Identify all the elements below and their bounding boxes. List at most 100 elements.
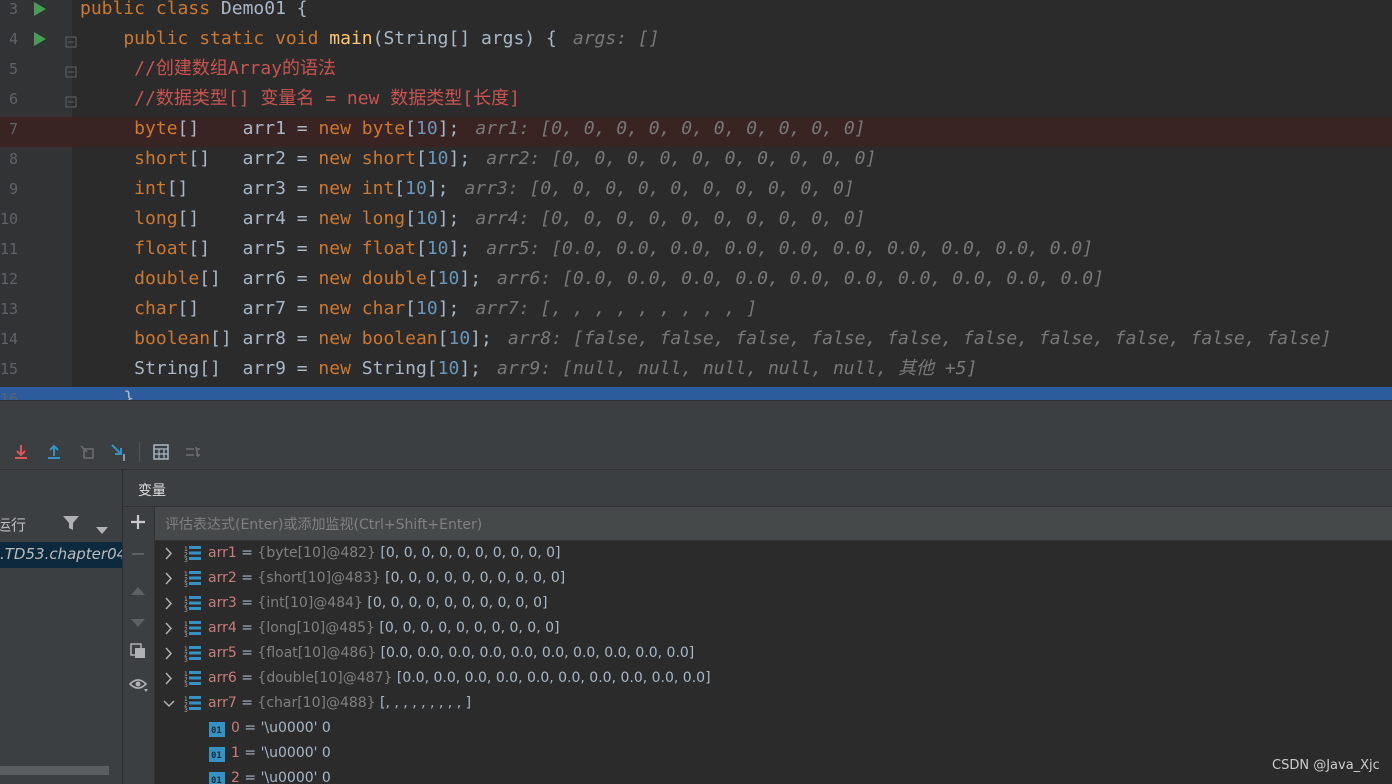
line-number[interactable]: 16 xyxy=(0,387,18,400)
drop-frame-icon[interactable] xyxy=(76,441,98,463)
child-index: 2 xyxy=(231,770,240,784)
code-token: Demo01 { xyxy=(220,0,308,19)
code-line[interactable]: 7 byte[] arr1 = new byte[10]; arr1: [0, 0… xyxy=(0,117,1392,147)
code-token: [] arr4 = xyxy=(177,208,319,229)
code-line[interactable]: 12 double[] arr6 = new double[10]; arr6: … xyxy=(0,267,1392,297)
code-token: } xyxy=(80,388,135,400)
line-number[interactable]: 6 xyxy=(0,87,18,111)
line-number[interactable]: 8 xyxy=(0,147,18,171)
run-to-cursor-icon[interactable] xyxy=(108,441,130,463)
code-line[interactable]: 13 char[] arr7 = new char[10]; arr7: [, ,… xyxy=(0,297,1392,327)
frame-item-selected[interactable]: .TD53.chapter04. xyxy=(0,542,122,568)
chevron-down-icon[interactable] xyxy=(163,691,175,725)
code-text: boolean[] arr8 = new boolean[10]; arr8: [… xyxy=(80,327,1331,351)
line-number[interactable]: 13 xyxy=(0,297,18,321)
primitive-icon: 01 xyxy=(209,771,225,784)
code-line[interactable]: 4 public static void main(String[] args)… xyxy=(0,27,1392,57)
line-number[interactable]: 11 xyxy=(0,237,18,261)
code-token: double xyxy=(80,268,200,289)
frames-scrollbar[interactable] xyxy=(0,766,109,775)
code-token: 10 xyxy=(437,358,460,379)
remove-watch-icon[interactable] xyxy=(130,546,146,566)
step-out-icon[interactable] xyxy=(43,441,65,463)
line-number[interactable]: 7 xyxy=(0,117,18,141)
code-token: [] arr7 = xyxy=(177,298,319,319)
line-number[interactable]: 10 xyxy=(0,207,18,231)
code-text: //数据类型[] 变量名 = new 数据类型[长度] xyxy=(80,87,520,111)
code-line[interactable]: 9 int[] arr3 = new int[10]; arr3: [0, 0, … xyxy=(0,177,1392,207)
code-token: ]; xyxy=(459,358,482,379)
code-token: (String[] args) { xyxy=(372,28,557,49)
code-line[interactable]: 11 float[] arr5 = new float[10]; arr5: [0… xyxy=(0,237,1392,267)
code-token: [ xyxy=(405,298,416,319)
trace-stream-icon[interactable] xyxy=(182,441,204,463)
equals-sign: = xyxy=(236,595,258,611)
line-number[interactable]: 4 xyxy=(0,27,18,51)
code-token: [] arr6 = xyxy=(199,268,319,289)
code-line[interactable]: 3 public class Demo01 { xyxy=(0,0,1392,27)
code-token: main xyxy=(329,28,373,49)
tab-variables[interactable]: 变量 xyxy=(138,480,166,500)
variable-name: arr2 xyxy=(208,570,237,586)
equals-sign: = xyxy=(236,570,258,586)
code-token: char xyxy=(361,298,406,319)
step-into-icon[interactable] xyxy=(10,441,32,463)
variable-type: {int[10]@484} xyxy=(257,595,363,611)
code-token: 10 xyxy=(416,118,438,139)
evaluate-expression-icon[interactable] xyxy=(150,441,172,463)
code-token: ]; xyxy=(437,118,460,139)
code-token: public xyxy=(80,28,200,49)
code-text: //创建数组Array的语法 xyxy=(80,57,336,81)
chevron-down-icon[interactable] xyxy=(96,520,108,539)
line-number[interactable]: 12 xyxy=(0,267,18,291)
add-watch-icon[interactable] xyxy=(130,514,146,534)
variable-name: arr4 xyxy=(208,620,237,636)
code-token: boolean xyxy=(361,328,438,349)
child-value: '\u0000' 0 xyxy=(260,720,331,736)
line-number[interactable]: 5 xyxy=(0,57,18,81)
code-line[interactable]: 15 String[] arr9 = new String[10]; arr9: … xyxy=(0,357,1392,387)
code-line[interactable]: 16 } xyxy=(0,387,1392,400)
copy-watch-icon[interactable] xyxy=(130,643,146,663)
code-line[interactable]: 5 //创建数组Array的语法 xyxy=(0,57,1392,87)
code-token: 10 xyxy=(416,298,438,319)
equals-sign: = xyxy=(236,545,258,561)
inline-value-hint: arr5: [0.0, 0.0, 0.0, 0.0, 0.0, 0.0, 0.0… xyxy=(486,238,1094,259)
filter-icon[interactable] xyxy=(62,514,80,536)
code-line[interactable]: 14 boolean[] arr8 = new boolean[10]; arr8… xyxy=(0,327,1392,357)
code-token: [ xyxy=(405,118,416,139)
line-number[interactable]: 14 xyxy=(0,327,18,351)
code-token: 10 xyxy=(426,148,449,169)
svg-text:3: 3 xyxy=(184,582,188,587)
code-text: double[] arr6 = new double[10]; arr6: [0.… xyxy=(80,267,1104,291)
line-number[interactable]: 3 xyxy=(0,0,18,21)
code-token: [ xyxy=(415,238,427,259)
eye-icon[interactable] xyxy=(128,677,149,697)
code-token: new xyxy=(318,148,362,169)
code-line[interactable]: 10 long[] arr4 = new long[10]; arr4: [0, … xyxy=(0,207,1392,237)
move-up-icon[interactable] xyxy=(131,581,145,600)
code-token: boolean xyxy=(80,328,211,349)
code-token: 10 xyxy=(416,208,438,229)
move-down-icon[interactable] xyxy=(131,613,145,632)
variable-type: {double[10]@487} xyxy=(257,670,393,686)
line-number[interactable]: 15 xyxy=(0,357,18,381)
svg-text:01: 01 xyxy=(211,751,222,761)
equals-sign: = xyxy=(236,645,258,661)
code-token: [ xyxy=(437,328,449,349)
evaluate-expression-field[interactable]: 评估表达式(Enter)或添加监视(Ctrl+Shift+Enter) xyxy=(155,507,1392,541)
code-token: String[] arr9 = xyxy=(80,358,319,379)
child-value: '\u0000' 0 xyxy=(260,745,331,761)
code-token: 10 xyxy=(426,238,449,259)
code-token: char xyxy=(80,298,178,319)
variable-name: arr6 xyxy=(208,670,237,686)
line-number[interactable]: 9 xyxy=(0,177,18,201)
code-line[interactable]: 8 short[] arr2 = new short[10]; arr2: [0,… xyxy=(0,147,1392,177)
panel-splitter[interactable] xyxy=(0,400,1392,435)
code-line[interactable]: 6 //数据类型[] 变量名 = new 数据类型[长度] xyxy=(0,87,1392,117)
svg-text:3: 3 xyxy=(184,682,188,687)
code-token: [] arr5 = xyxy=(188,238,319,259)
code-editor[interactable]: 3 public class Demo01 {4 public static vo… xyxy=(0,0,1392,400)
inline-value-hint: arr8: [false, false, false, false, false… xyxy=(507,328,1332,349)
debug-toolbar xyxy=(0,435,1392,470)
